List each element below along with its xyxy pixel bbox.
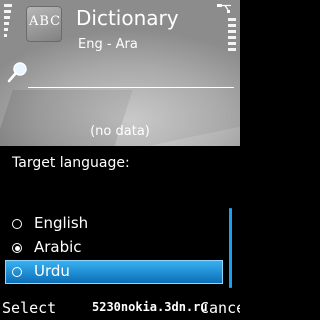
option-english[interactable]: English bbox=[5, 212, 223, 236]
app-icon-label: ABC bbox=[29, 14, 62, 29]
search-input[interactable] bbox=[28, 59, 234, 88]
option-urdu[interactable]: Urdu bbox=[5, 260, 223, 284]
option-label: English bbox=[34, 214, 89, 232]
empty-state-text: (no data) bbox=[90, 124, 150, 139]
option-arabic[interactable]: Arabic bbox=[5, 236, 223, 260]
app-icon: ABC bbox=[26, 6, 62, 42]
radio-unchecked-icon bbox=[12, 267, 22, 277]
app-title: Dictionary bbox=[76, 6, 179, 30]
battery-icon bbox=[228, 18, 236, 58]
select-softkey[interactable]: Select bbox=[2, 299, 56, 317]
signal-strength-icon bbox=[4, 4, 12, 54]
language-pair: Eng - Ara bbox=[78, 37, 138, 52]
scrollbar[interactable] bbox=[229, 208, 232, 288]
radio-unchecked-icon bbox=[12, 219, 22, 229]
option-label: Urdu bbox=[34, 262, 70, 280]
option-label: Arabic bbox=[34, 238, 82, 256]
watermark: 5230nokia.3dn.ru bbox=[92, 300, 208, 314]
usb-icon bbox=[217, 4, 231, 13]
popup-title: Target language: bbox=[12, 155, 130, 171]
radio-checked-icon bbox=[12, 243, 22, 253]
target-language-popup: Target language: English Arabic Urdu bbox=[0, 146, 240, 296]
magnifier-icon[interactable] bbox=[6, 59, 28, 85]
screen: ABC Dictionary Eng - Ara (no data) Targe… bbox=[0, 0, 240, 320]
